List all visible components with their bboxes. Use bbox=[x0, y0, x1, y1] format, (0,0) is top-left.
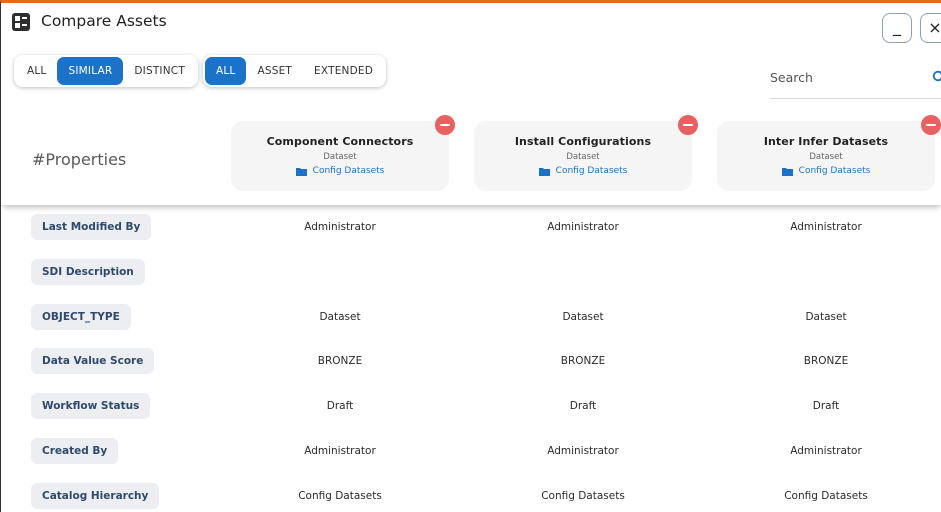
property-label: Data Value Score bbox=[31, 348, 155, 374]
property-value: Administrator bbox=[790, 221, 862, 233]
properties-title: #Properties bbox=[32, 150, 127, 169]
table-row: Workflow Status Draft Draft Draft bbox=[1, 389, 941, 425]
asset-card: Install Configurations Dataset Config Da… bbox=[474, 115, 698, 191]
property-value: Administrator bbox=[547, 221, 619, 233]
asset-path-link[interactable]: Config Datasets bbox=[717, 166, 935, 176]
property-value: Administrator bbox=[304, 445, 376, 457]
asset-card: Component Connectors Dataset Config Data… bbox=[231, 115, 455, 191]
property-value: Draft bbox=[569, 400, 597, 412]
property-label: OBJECT_TYPE bbox=[31, 304, 131, 330]
scope-extended-button[interactable]: EXTENDED bbox=[303, 57, 384, 85]
asset-path[interactable]: Config Datasets bbox=[556, 166, 628, 176]
minimize-button[interactable]: _ bbox=[882, 13, 912, 43]
asset-type: Dataset bbox=[323, 152, 357, 162]
asset-type: Dataset bbox=[566, 152, 600, 162]
property-value: Config Datasets bbox=[541, 490, 625, 502]
property-value: Draft bbox=[326, 400, 354, 412]
table-row: Catalog Hierarchy Config Datasets Config… bbox=[1, 479, 941, 512]
property-value: Config Datasets bbox=[784, 490, 868, 502]
scope-filter-toggle: ALL ASSET EXTENDED bbox=[203, 55, 386, 87]
compare-assets-window: Compare Assets _ × ALL SIMILAR DISTINCT … bbox=[0, 0, 941, 512]
property-value: Dataset bbox=[562, 311, 604, 323]
table-row: SDI Description bbox=[1, 255, 941, 291]
property-value: Administrator bbox=[790, 445, 862, 457]
property-label: Catalog Hierarchy bbox=[31, 483, 160, 509]
property-label: Workflow Status bbox=[31, 393, 151, 419]
remove-asset-button[interactable] bbox=[678, 115, 698, 135]
search-input[interactable] bbox=[770, 65, 920, 89]
search-box bbox=[770, 65, 941, 99]
table-row: Last Modified By Administrator Administr… bbox=[1, 210, 941, 246]
table-row: Created By Administrator Administrator A… bbox=[1, 434, 941, 470]
asset-name: Inter Infer Datasets bbox=[763, 135, 889, 148]
property-value: BRONZE bbox=[317, 355, 363, 367]
asset-name: Component Connectors bbox=[266, 135, 414, 148]
table-row: OBJECT_TYPE Dataset Dataset Dataset bbox=[1, 300, 941, 336]
asset-path-link[interactable]: Config Datasets bbox=[231, 166, 449, 176]
remove-asset-button[interactable] bbox=[921, 115, 941, 135]
scope-asset-button[interactable]: ASSET bbox=[246, 57, 303, 85]
window-title: Compare Assets bbox=[41, 12, 167, 30]
title-bar: Compare Assets _ × bbox=[1, 3, 941, 43]
property-value: BRONZE bbox=[803, 355, 849, 367]
property-value: BRONZE bbox=[560, 355, 606, 367]
property-value: Dataset bbox=[805, 311, 847, 323]
property-label: Last Modified By bbox=[31, 214, 152, 240]
folder-icon bbox=[538, 167, 550, 176]
property-value: Dataset bbox=[319, 311, 361, 323]
compare-header: #Properties Component Connectors Dataset… bbox=[1, 107, 941, 205]
property-label: Created By bbox=[31, 438, 119, 464]
filter-all-button[interactable]: ALL bbox=[16, 57, 57, 85]
table-row: Data Value Score BRONZE BRONZE BRONZE bbox=[1, 344, 941, 380]
scope-all-button[interactable]: ALL bbox=[205, 57, 247, 85]
property-value: Administrator bbox=[304, 221, 376, 233]
close-button[interactable]: × bbox=[920, 13, 941, 43]
remove-asset-button[interactable] bbox=[435, 115, 455, 135]
property-value: Administrator bbox=[547, 445, 619, 457]
asset-type: Dataset bbox=[809, 152, 843, 162]
asset-name: Install Configurations bbox=[514, 135, 652, 148]
asset-path[interactable]: Config Datasets bbox=[799, 166, 871, 176]
folder-icon bbox=[781, 167, 793, 176]
asset-path-link[interactable]: Config Datasets bbox=[474, 166, 692, 176]
folder-icon bbox=[295, 167, 307, 176]
property-value: Config Datasets bbox=[298, 490, 382, 502]
match-filter-toggle: ALL SIMILAR DISTINCT bbox=[14, 55, 198, 87]
asset-path[interactable]: Config Datasets bbox=[313, 166, 385, 176]
search-icon[interactable] bbox=[932, 70, 941, 84]
compare-assets-icon bbox=[12, 13, 30, 31]
property-value: Draft bbox=[812, 400, 840, 412]
filter-similar-button[interactable]: SIMILAR bbox=[57, 57, 124, 85]
asset-card: Inter Infer Datasets Dataset Config Data… bbox=[717, 115, 941, 191]
filter-distinct-button[interactable]: DISTINCT bbox=[123, 57, 196, 85]
property-label: SDI Description bbox=[31, 259, 145, 285]
